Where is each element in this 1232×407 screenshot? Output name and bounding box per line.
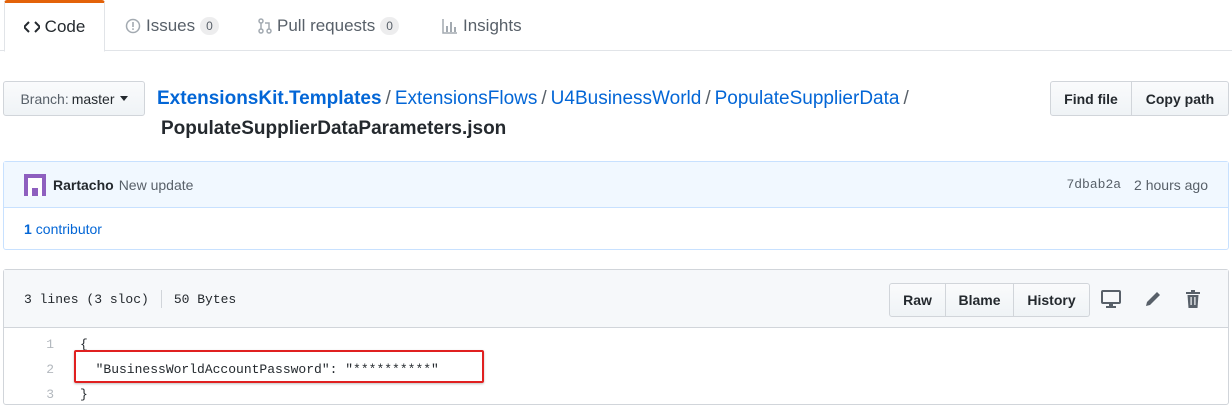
file-viewer: 3 lines (3 sloc) 50 Bytes Raw Blame Hist… <box>3 269 1229 405</box>
pull-requests-counter: 0 <box>380 16 399 35</box>
breadcrumb-repo-link[interactable]: ExtensionsKit.Templates <box>157 88 382 109</box>
contributors-label: contributor <box>35 221 102 237</box>
repo-nav: Code Issues 0 Pull requests 0 Insights <box>0 0 1232 52</box>
desktop-icon[interactable] <box>1099 287 1123 311</box>
tab-code-label: Code <box>44 17 86 36</box>
file-size: 50 Bytes <box>173 291 237 307</box>
raw-button[interactable]: Raw <box>889 283 946 317</box>
file-action-buttons: Raw Blame History <box>889 283 1090 317</box>
tab-pull-requests[interactable]: Pull requests 0 <box>258 0 399 51</box>
tab-issues-label: Issues <box>146 15 196 35</box>
breadcrumb-separator: / <box>385 88 391 109</box>
tab-pull-requests-label: Pull requests <box>277 15 376 35</box>
breadcrumb-folder-link[interactable]: ExtensionsFlows <box>395 88 538 109</box>
file-info: 3 lines (3 sloc) 50 Bytes <box>24 270 236 328</box>
breadcrumb-folder-link[interactable]: PopulateSupplierData <box>715 88 900 109</box>
tab-code[interactable]: Code <box>4 0 105 52</box>
file-lines-info: 3 lines (3 sloc) <box>24 291 149 307</box>
breadcrumb: ExtensionsKit.Templates / ExtensionsFlows /… <box>157 84 1027 144</box>
breadcrumb-file-name: PopulateSupplierDataParameters.json <box>161 118 507 139</box>
contributors-count: 1 <box>24 221 32 237</box>
graph-icon <box>442 18 458 34</box>
code-line: 3 } <box>4 382 1228 407</box>
line-number[interactable]: 2 <box>4 362 54 377</box>
branch-prefix: Branch: <box>20 90 69 107</box>
pencil-icon[interactable] <box>1141 287 1165 311</box>
commit-tease: Rartacho New update 7dbab2a 2 hours ago … <box>3 161 1229 250</box>
branch-name: master <box>71 90 115 107</box>
trash-icon[interactable] <box>1181 287 1205 311</box>
breadcrumb-separator: / <box>705 88 711 109</box>
file-nav-buttons: Find file Copy path <box>1050 81 1229 116</box>
tab-insights-label: Insights <box>463 15 522 35</box>
contributors-link[interactable]: 1 contributor <box>4 208 1228 250</box>
issues-counter: 0 <box>200 16 219 35</box>
copy-path-button[interactable]: Copy path <box>1132 81 1229 116</box>
breadcrumb-separator: / <box>903 88 909 109</box>
breadcrumb-separator: / <box>541 88 547 109</box>
history-button[interactable]: History <box>1014 283 1090 317</box>
code-icon <box>23 20 40 34</box>
file-header: 3 lines (3 sloc) 50 Bytes Raw Blame Hist… <box>4 270 1228 328</box>
commit-author[interactable]: Rartacho <box>53 177 114 193</box>
commit-message[interactable]: New update <box>119 177 194 193</box>
commit-sha[interactable]: 7dbab2a <box>1066 177 1121 192</box>
blame-button[interactable]: Blame <box>946 283 1014 317</box>
tab-insights[interactable]: Insights <box>442 0 522 51</box>
code-blob: 1 { 2 "BusinessWorldAccountPassword": "*… <box>4 328 1228 407</box>
tab-issues[interactable]: Issues 0 <box>125 0 219 51</box>
branch-select-button[interactable]: Branch: master <box>3 81 145 116</box>
line-number[interactable]: 1 <box>4 337 54 352</box>
breadcrumb-folder-link[interactable]: U4BusinessWorld <box>551 88 702 109</box>
pull-request-icon <box>258 17 272 34</box>
commit-time: 2 hours ago <box>1134 176 1208 193</box>
red-highlight-annotation <box>74 350 484 383</box>
avatar[interactable] <box>24 173 46 196</box>
find-file-button[interactable]: Find file <box>1050 81 1132 116</box>
issue-icon <box>125 18 141 34</box>
caret-down-icon <box>119 96 128 101</box>
line-number[interactable]: 3 <box>4 387 54 402</box>
line-content: } <box>80 387 88 402</box>
file-info-divider <box>160 290 162 308</box>
commit-header: Rartacho New update 7dbab2a 2 hours ago <box>4 162 1228 208</box>
